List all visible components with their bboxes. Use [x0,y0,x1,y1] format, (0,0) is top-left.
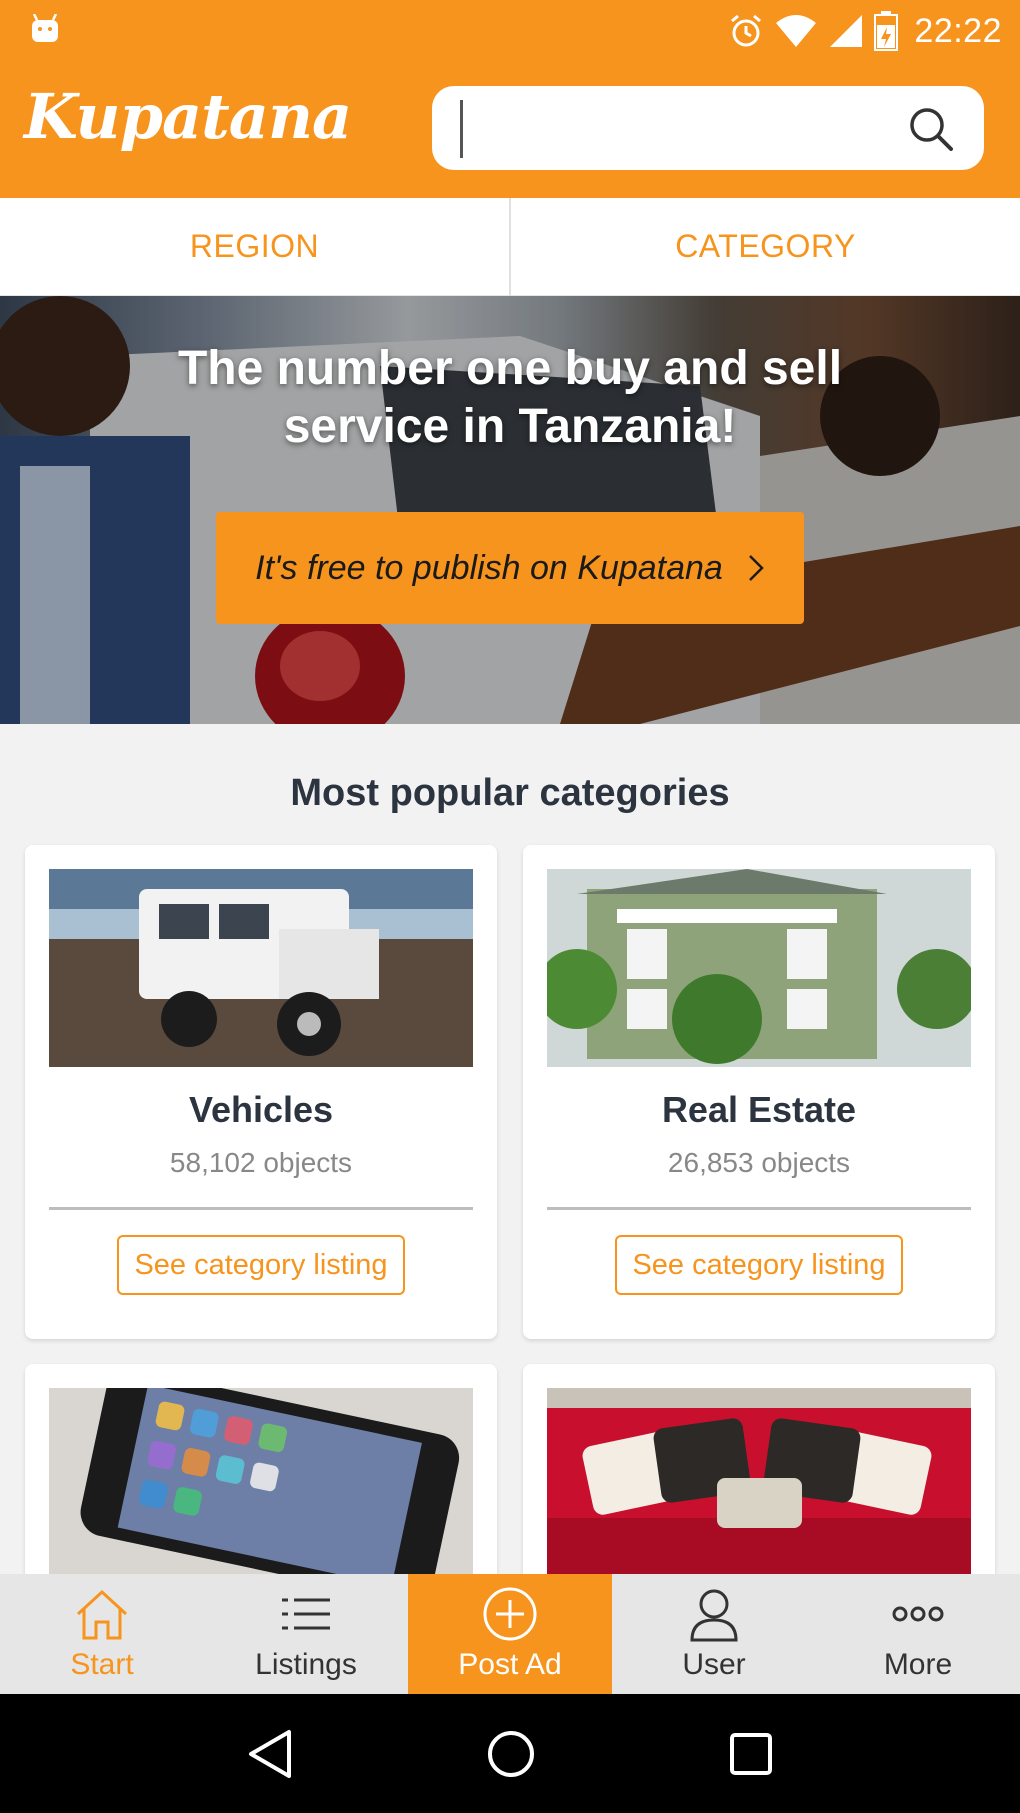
category-name: Vehicles [188,1089,334,1130]
signal-icon [830,15,863,47]
app-header: 22:22 Kupatana [0,0,1020,198]
list-icon [282,1598,330,1630]
hero-banner: The number one buy and sell service in T… [0,296,1020,724]
card-divider [547,1207,971,1210]
system-navigation-bar [0,1694,1020,1813]
nav-start[interactable]: Start [0,1574,204,1694]
status-time: 22:22 [914,11,1002,50]
category-card-vehicles[interactable]: Vehicles 58,102 objects See category lis… [25,845,497,1339]
nav-more[interactable]: More [816,1574,1020,1694]
battery-icon [874,11,899,51]
hero-title: The number one buy and sell service in T… [177,342,843,453]
filter-bar: REGION CATEGORY [0,198,1020,296]
user-icon [690,1589,738,1642]
back-icon[interactable] [247,1728,293,1780]
vehicle-photo [49,869,473,1067]
publish-cta-label: It's free to publish on Kupatana [255,548,723,587]
category-filter[interactable]: CATEGORY [511,198,1020,295]
status-icons: 22:22 [728,8,1002,54]
status-bar: 22:22 [0,0,1020,62]
more-icon [892,1606,944,1622]
sofa-photo [547,1388,971,1586]
nav-listings[interactable]: Listings [204,1574,408,1694]
house-photo [547,869,971,1067]
home-circle-icon[interactable] [486,1729,536,1779]
chevron-right-icon [748,555,764,581]
nav-listings-label: Listings [255,1648,357,1681]
publish-cta-button[interactable]: It's free to publish on Kupatana [216,512,804,624]
search-input[interactable] [432,86,984,170]
phone-photo [49,1388,473,1586]
home-icon [76,1589,128,1640]
nav-post-ad-label: Post Ad [458,1648,562,1681]
plus-circle-icon [483,1587,537,1641]
app-logo[interactable]: Kupatana [24,86,352,148]
android-icon [32,14,58,42]
category-count: 58,102 objects [169,1147,353,1178]
search-icon[interactable] [908,106,954,152]
category-count: 26,853 objects [667,1147,851,1178]
card-divider [49,1207,473,1210]
alarm-icon [731,14,762,47]
category-card-real-estate[interactable]: Real Estate 26,853 objects See category … [523,845,995,1339]
category-name: Real Estate [661,1089,857,1130]
see-category-listing-button[interactable]: See category listing [117,1235,405,1295]
nav-post-ad[interactable]: Post Ad [408,1574,612,1694]
wifi-icon [776,15,817,47]
recents-icon[interactable] [729,1732,773,1776]
nav-start-label: Start [70,1648,134,1681]
region-filter[interactable]: REGION [0,198,509,295]
see-category-listing-button[interactable]: See category listing [615,1235,903,1295]
nav-user[interactable]: User [612,1574,816,1694]
section-title: Most popular categories [290,772,730,814]
nav-more-label: More [883,1648,953,1681]
text-cursor [460,100,463,158]
bottom-navigation: Start Listings Post Ad User More [0,1574,1020,1694]
nav-user-label: User [682,1648,746,1681]
